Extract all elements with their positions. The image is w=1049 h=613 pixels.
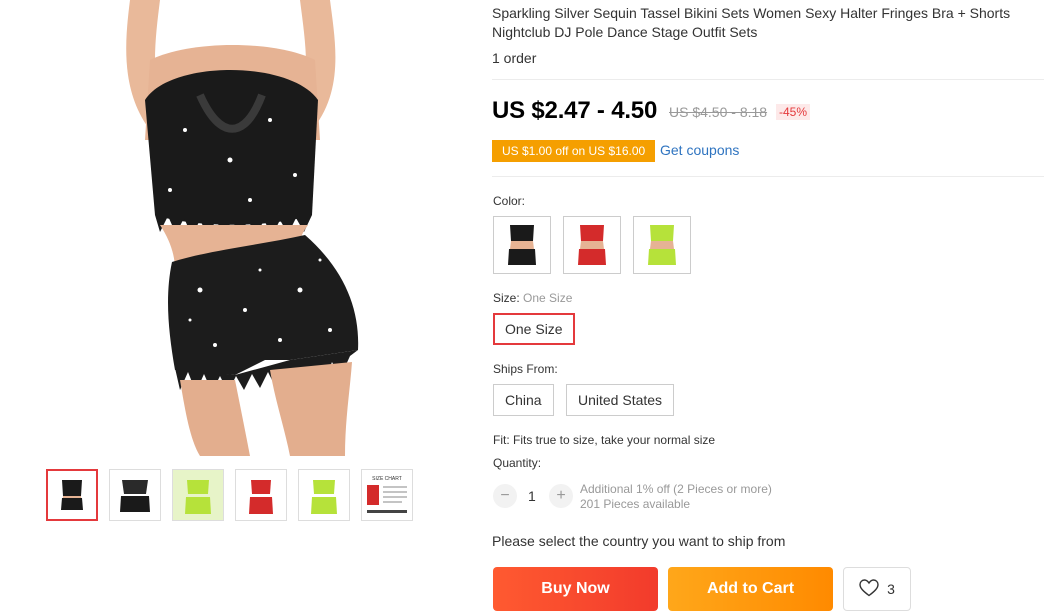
bulk-discount-note: Additional 1% off (2 Pieces or more) [580, 482, 772, 496]
size-option-one-size[interactable]: One Size [493, 313, 575, 345]
product-title: Sparkling Silver Sequin Tassel Bikini Se… [492, 5, 1011, 40]
size-selected-value: One Size [523, 291, 573, 305]
thumbnail-black-back[interactable] [109, 469, 161, 521]
original-price: US $4.50 - 8.18 [669, 104, 768, 120]
discount-badge: -45% [776, 104, 811, 120]
get-coupons-link[interactable]: Get coupons [660, 142, 739, 158]
order-count: 1 order [492, 50, 537, 66]
quantity-increase-button[interactable]: + [549, 484, 573, 508]
ships-from-united-states[interactable]: United States [566, 384, 675, 416]
thumbnail-green-front[interactable] [172, 469, 224, 521]
color-label: Color: [493, 194, 526, 208]
thumbnail-black-front[interactable] [46, 469, 98, 521]
thumbnail-red-front[interactable] [235, 469, 287, 521]
wishlist-count: 3 [887, 581, 895, 597]
heart-icon [859, 578, 879, 600]
current-price: US $2.47 - 4.50 [492, 97, 658, 124]
quantity-decrease-button[interactable]: − [493, 484, 517, 508]
quantity-label: Quantity: [493, 456, 542, 470]
thumbnail-green-side[interactable] [298, 469, 350, 521]
buy-now-button[interactable]: Buy Now [493, 567, 658, 611]
quantity-info: Additional 1% off (2 Pieces or more) 201… [580, 482, 772, 512]
ship-from-message: Please select the country you want to sh… [492, 533, 786, 549]
color-option-red[interactable] [563, 216, 621, 274]
add-to-cart-button[interactable]: Add to Cart [668, 567, 833, 611]
ships-from-label: Ships From: [493, 362, 558, 376]
thumbnail-strip: SIZE CHART [46, 469, 413, 521]
size-label-row: Size: One Size [493, 291, 572, 305]
color-option-black[interactable] [493, 216, 551, 274]
coupon-badge[interactable]: US $1.00 off on US $16.00 [492, 140, 656, 162]
size-chart-title: SIZE CHART [372, 476, 402, 482]
size-label: Size: [493, 291, 520, 305]
quantity-value[interactable]: 1 [528, 488, 536, 504]
stock-available: 201 Pieces available [580, 497, 691, 511]
color-option-green[interactable] [633, 216, 691, 274]
ships-from-china[interactable]: China [493, 384, 554, 416]
divider [492, 176, 1044, 177]
thumbnail-size-chart[interactable]: SIZE CHART [361, 469, 413, 521]
main-product-image[interactable] [0, 0, 460, 456]
wishlist-button[interactable]: 3 [843, 567, 911, 611]
fit-note: Fit: Fits true to size, take your normal… [493, 433, 716, 447]
divider [492, 79, 1044, 80]
